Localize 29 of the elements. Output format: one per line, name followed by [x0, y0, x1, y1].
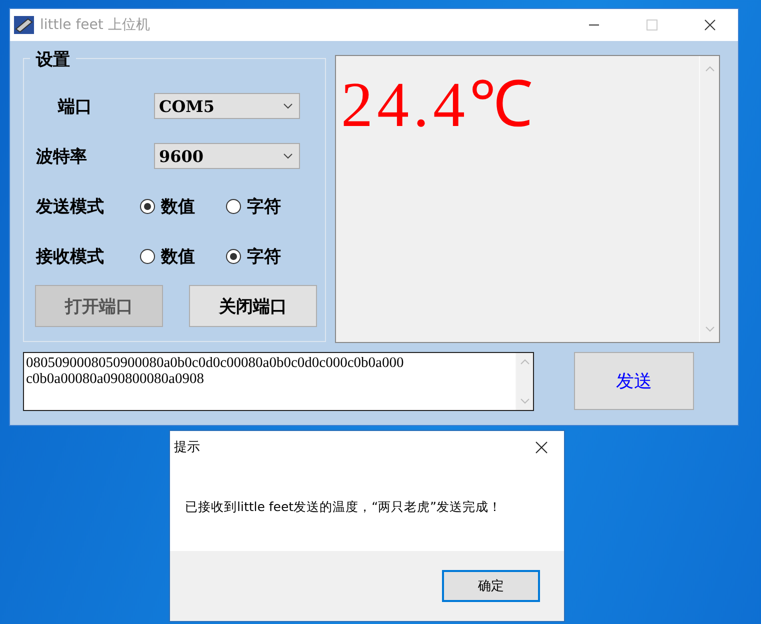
- send-text-field[interactable]: 0805090008050900080a0b0c0d0c00080a0b0c0d0c000c0b0a000 c0b0a00080a090800080a0908: [23, 352, 534, 411]
- mode-label: 接收模式: [36, 246, 105, 268]
- close-icon[interactable]: [535, 440, 548, 454]
- close-icon[interactable]: [704, 19, 716, 31]
- chevron-icon: [283, 103, 293, 109]
- radio-option[interactable]: 数值: [140, 244, 226, 268]
- port-dropdown[interactable]: COM5: [154, 93, 300, 119]
- port-button[interactable]: 关闭端口: [189, 285, 317, 327]
- maximize-icon[interactable]: [646, 19, 658, 31]
- port-label: 端口: [56, 96, 93, 118]
- baud-rate-dropdown[interactable]: 9600: [154, 143, 300, 169]
- scroll-up-icon[interactable]: [520, 359, 530, 365]
- scroll-up-icon[interactable]: [704, 66, 714, 72]
- scroll-down-icon[interactable]: [520, 398, 530, 404]
- dialog-message: 已接收到little feet发送的温度，“两只老虎”发送完成！: [185, 498, 502, 516]
- radio-option[interactable]: 数值: [140, 194, 226, 218]
- scroll-down-icon[interactable]: [704, 326, 714, 332]
- radio-option[interactable]: 字符: [226, 194, 312, 218]
- send-button[interactable]: 发送: [574, 352, 694, 410]
- app-icon: [14, 16, 34, 34]
- mode-label: 发送模式: [36, 196, 105, 218]
- ok-button[interactable]: 确定: [442, 570, 540, 602]
- chevron-icon: [283, 153, 293, 159]
- window-title: little feet 上位机: [40, 16, 150, 34]
- temperature-reading: 24.4℃: [341, 68, 537, 142]
- scrollbar[interactable]: [515, 353, 533, 410]
- baud-rate-label: 波特率: [36, 146, 88, 168]
- radio-option[interactable]: 字符: [226, 244, 312, 268]
- dialog-title: 提示: [174, 439, 200, 456]
